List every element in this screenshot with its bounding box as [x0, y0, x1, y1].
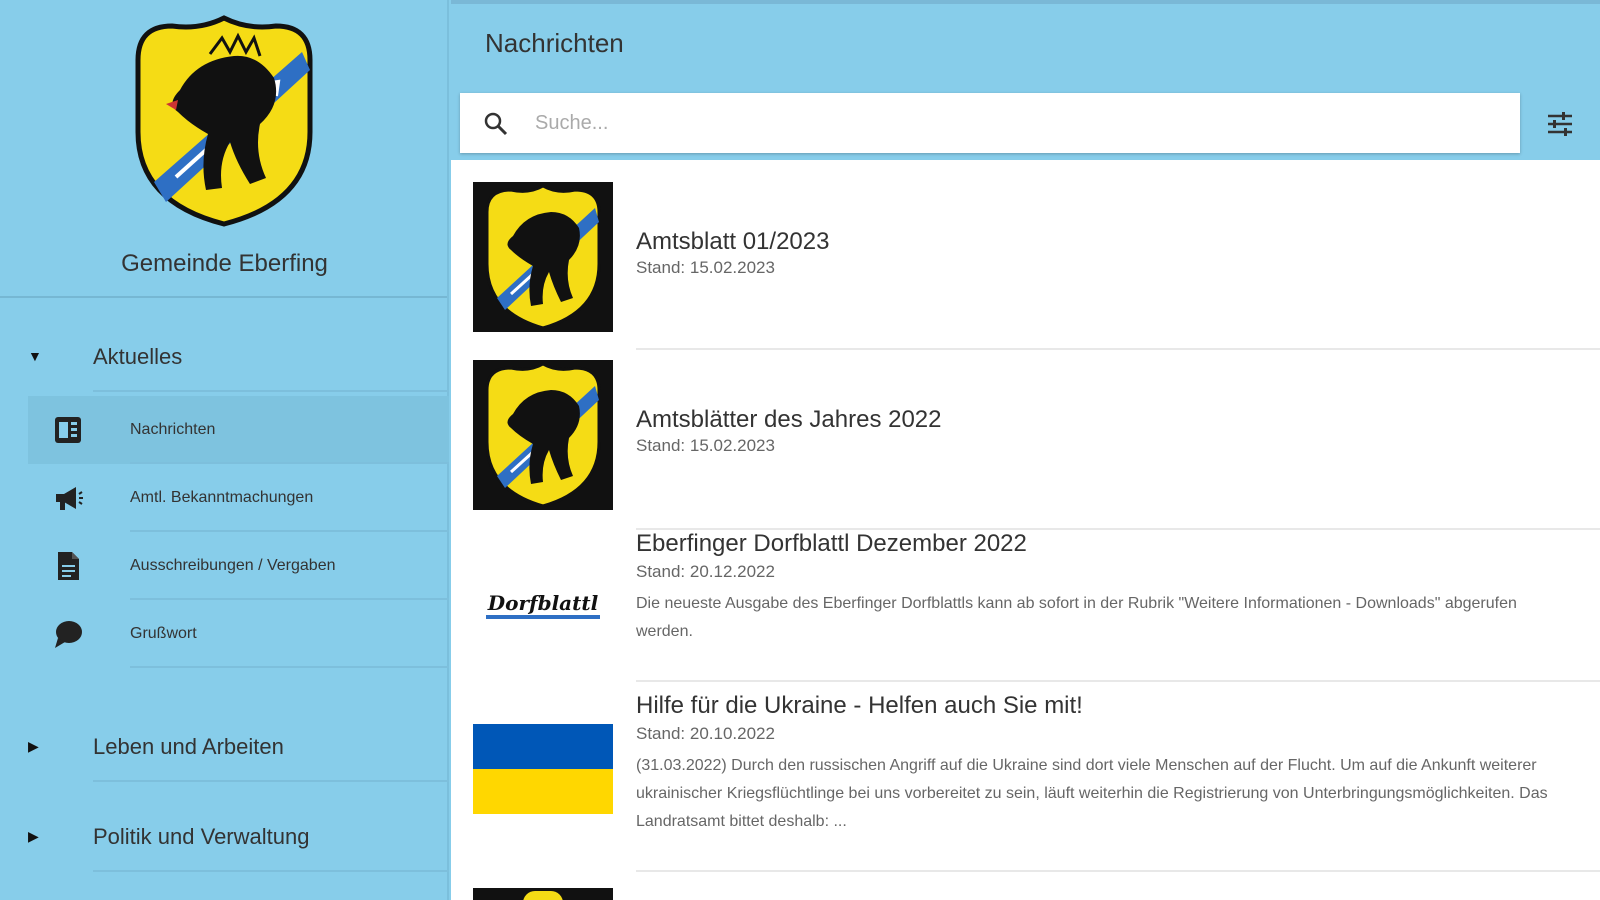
news-description: Die neueste Ausgabe des Eberfinger Dorfb…: [636, 595, 1517, 640]
filter-settings-icon[interactable]: [1544, 108, 1576, 140]
divider: [636, 870, 1600, 872]
list-item[interactable]: Amtsblatt 01/2023 Stand: 15.02.2023: [451, 160, 1600, 350]
news-date: Stand: 20.10.2022: [636, 724, 775, 743]
search-box[interactable]: [460, 93, 1520, 153]
next-item-thumbnail: [473, 888, 613, 900]
megaphone-icon: [56, 487, 83, 510]
sidebar-item-label: Grußwort: [130, 625, 197, 642]
top-bar: Nachrichten: [451, 0, 1600, 160]
section-label: Leben und Arbeiten: [93, 734, 284, 759]
list-item[interactable]: Dorfblattl Eberfinger Dorfblattl Dezembe…: [451, 530, 1600, 690]
sidebar-item-bekanntmachungen[interactable]: Amtl. Bekanntmachungen: [28, 464, 449, 532]
caret-down-icon: ▼: [28, 348, 42, 364]
dorfblattl-logo-text: Dorfblattl: [485, 591, 601, 619]
page-title: Nachrichten: [485, 28, 624, 58]
list-item[interactable]: Hilfe für die Ukraine - Helfen auch Sie …: [451, 690, 1600, 880]
coat-of-arms-thumbnail: [473, 182, 613, 332]
divider: [93, 870, 449, 872]
sidebar-item-label: Amtl. Bekanntmachungen: [130, 489, 314, 506]
sidebar-item-grusswort[interactable]: Grußwort: [28, 600, 449, 668]
news-date: Stand: 15.02.2023: [636, 258, 775, 277]
section-politik-und-verwaltung[interactable]: ▶ Politik und Verwaltung: [0, 800, 449, 872]
search-input[interactable]: [535, 105, 1495, 141]
sidebar-item-label: Nachrichten: [130, 421, 216, 438]
news-date: Stand: 15.02.2023: [636, 436, 775, 455]
caret-right-icon: ▶: [28, 738, 39, 754]
main-content: Nachrichten Amtsblatt 01/2023: [451, 0, 1600, 900]
section-leben-und-arbeiten[interactable]: ▶ Leben und Arbeiten: [0, 710, 449, 782]
divider: [636, 680, 1600, 682]
document-icon: [58, 552, 79, 580]
news-title: Hilfe für die Ukraine - Helfen auch Sie …: [636, 692, 1083, 719]
speech-bubble-icon: [55, 621, 82, 648]
dorfblattl-logo: Dorfblattl: [473, 530, 613, 680]
divider: [130, 666, 449, 668]
sidebar-item-nachrichten[interactable]: Nachrichten: [28, 396, 449, 464]
section-label: Aktuelles: [93, 344, 183, 369]
news-title: Amtsblatt 01/2023: [636, 228, 830, 255]
org-name: Gemeinde Eberfing: [121, 250, 328, 277]
newspaper-icon: [55, 417, 81, 443]
ukraine-flag-thumbnail: [473, 724, 613, 814]
news-list: Amtsblatt 01/2023 Stand: 15.02.2023 Amts…: [451, 160, 1600, 900]
coat-of-arms-thumbnail: [473, 360, 613, 510]
search-icon: [484, 112, 508, 136]
news-date: Stand: 20.12.2022: [636, 562, 775, 581]
section-label: Politik und Verwaltung: [93, 824, 310, 849]
sidebar: Gemeinde Eberfing ▼ Aktuelles Nachrichte…: [0, 0, 449, 900]
flag-yellow-stripe: [473, 769, 613, 814]
news-title: Amtsblätter des Jahres 2022: [636, 406, 942, 433]
caret-right-icon: ▶: [28, 828, 39, 844]
list-item[interactable]: Amtsblätter des Jahres 2022 Stand: 15.02…: [451, 338, 1600, 530]
sidebar-header: Gemeinde Eberfing: [0, 0, 447, 298]
news-title: Eberfinger Dorfblattl Dezember 2022: [636, 530, 1027, 557]
news-description: (31.03.2022) Durch den russischen Angrif…: [636, 757, 1548, 830]
divider: [93, 780, 449, 782]
sidebar-item-label: Ausschreibungen / Vergaben: [130, 557, 336, 574]
sidebar-item-ausschreibungen[interactable]: Ausschreibungen / Vergaben: [28, 532, 449, 600]
divider: [93, 390, 449, 392]
flag-blue-stripe: [473, 724, 613, 769]
coat-of-arms-logo: [135, 15, 313, 227]
section-aktuelles[interactable]: ▼ Aktuelles: [0, 320, 449, 392]
